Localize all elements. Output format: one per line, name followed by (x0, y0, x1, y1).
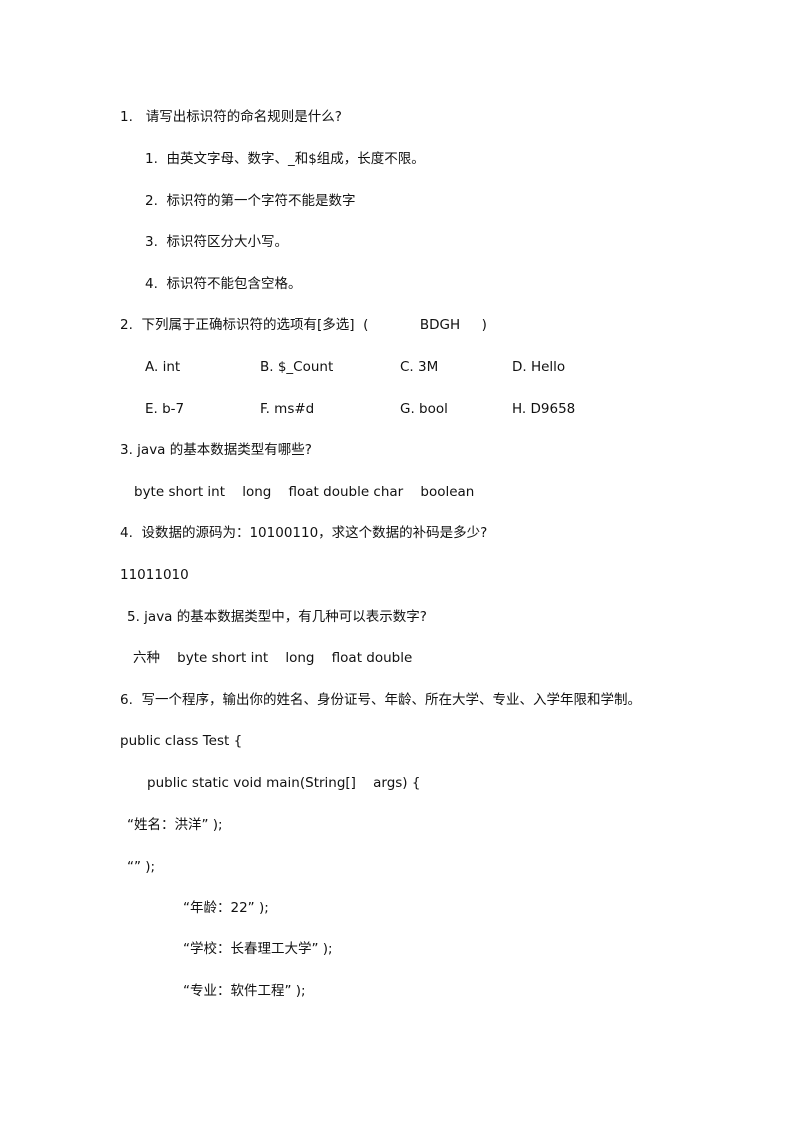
q2-option-f: F. ms#d (260, 401, 315, 417)
question-2-title: 2. 下列属于正确标识符的选项有[多选] ( BDGH ) (120, 317, 487, 333)
code-line-3: “姓名：洪洋” ); (127, 817, 223, 833)
q1-rule-4: 4. 标识符不能包含空格。 (145, 276, 302, 292)
code-line-5: “年龄：22” ); (183, 900, 269, 916)
q1-rule-3: 3. 标识符区分大小写。 (145, 234, 288, 250)
code-line-4: “” ); (127, 859, 156, 875)
question-3-title: 3. java 的基本数据类型有哪些? (120, 442, 312, 458)
q2-option-b: B. $_Count (260, 359, 334, 375)
question-3-answer: byte short int long float double char bo… (134, 484, 475, 500)
q2-option-e: E. b-7 (145, 401, 185, 417)
q1-rule-2: 2. 标识符的第一个字符不能是数字 (145, 193, 356, 209)
q1-rule-1: 1. 由英文字母、数字、_和$组成，长度不限。 (145, 151, 425, 167)
code-line-1: public class Test { (120, 733, 243, 749)
question-4-answer: 11011010 (120, 567, 189, 583)
q2-option-g: G. bool (400, 401, 448, 417)
question-5-answer: 六种 byte short int long float double (133, 650, 413, 666)
q2-option-h: H. D9658 (512, 401, 576, 417)
code-line-7: “专业：软件工程” ); (183, 983, 306, 999)
q2-option-c: C. 3M (400, 359, 439, 375)
code-line-2: public static void main(String[] args) { (147, 775, 421, 791)
code-line-6: “学校：长春理工大学” ); (183, 941, 333, 957)
question-4-title: 4. 设数据的源码为：10100110，求这个数据的补码是多少? (120, 525, 488, 541)
q2-option-a: A. int (145, 359, 181, 375)
q2-option-d: D. Hello (512, 359, 566, 375)
question-6-title: 6. 写一个程序，输出你的姓名、身份证号、年龄、所在大学、专业、入学年限和学制。 (120, 692, 641, 708)
question-5-title: 5. java 的基本数据类型中，有几种可以表示数字? (127, 609, 427, 625)
question-1-title: 1. 请写出标识符的命名规则是什么? (120, 109, 342, 125)
